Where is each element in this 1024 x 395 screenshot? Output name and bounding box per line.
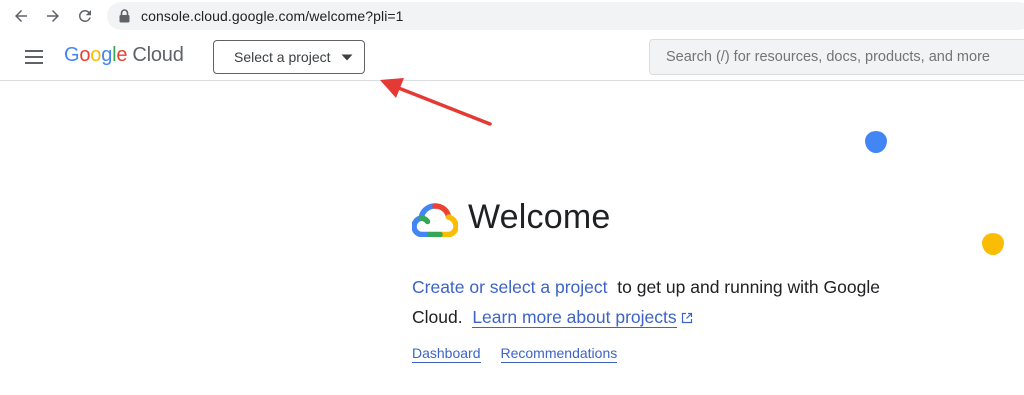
logo-letter: e bbox=[116, 44, 128, 66]
create-or-select-project-link[interactable]: Create or select a project bbox=[412, 277, 608, 297]
decorative-blue-dot bbox=[865, 131, 887, 153]
console-header: G o o g l e Cloud Select a project bbox=[0, 33, 1024, 81]
decorative-yellow-dot bbox=[982, 233, 1004, 255]
forward-arrow-icon bbox=[47, 10, 59, 22]
quick-links: Dashboard Recommendations bbox=[412, 345, 618, 363]
browser-toolbar: console.cloud.google.com/welcome?pli=1 bbox=[0, 0, 1024, 33]
url-text: console.cloud.google.com/welcome?pli=1 bbox=[141, 8, 404, 24]
caret-down-icon bbox=[341, 53, 353, 61]
hamburger-menu-icon bbox=[25, 50, 43, 64]
logo-letter: g bbox=[101, 44, 113, 66]
reload-button[interactable] bbox=[73, 4, 97, 28]
back-arrow-icon bbox=[15, 10, 27, 22]
back-button[interactable] bbox=[9, 4, 33, 28]
external-link-icon bbox=[681, 312, 692, 324]
search-input[interactable] bbox=[666, 49, 1024, 65]
logo-letter: G bbox=[64, 44, 80, 66]
welcome-title: Welcome bbox=[412, 198, 610, 237]
lock-icon bbox=[119, 9, 131, 23]
welcome-description: Create or select a project to get up and… bbox=[412, 272, 932, 332]
project-selector-label: Select a project bbox=[234, 49, 331, 65]
navigation-menu-button[interactable] bbox=[22, 45, 46, 69]
learn-more-label: Learn more about projects bbox=[472, 307, 677, 327]
dashboard-link[interactable]: Dashboard bbox=[412, 345, 481, 363]
logo-letter: o bbox=[79, 44, 91, 66]
welcome-heading: Welcome bbox=[468, 198, 611, 236]
search-box[interactable] bbox=[649, 39, 1024, 75]
google-cloud-logo-icon bbox=[412, 202, 458, 237]
learn-more-projects-link[interactable]: Learn more about projects bbox=[472, 307, 677, 328]
annotation-arrow-icon bbox=[380, 78, 492, 126]
recommendations-link[interactable]: Recommendations bbox=[500, 345, 618, 363]
google-cloud-logo[interactable]: G o o g l e Cloud bbox=[64, 44, 184, 67]
address-bar[interactable]: console.cloud.google.com/welcome?pli=1 bbox=[107, 2, 1024, 30]
logo-product-name: Cloud bbox=[132, 44, 184, 66]
forward-button[interactable] bbox=[41, 4, 65, 28]
reload-icon bbox=[79, 9, 91, 22]
project-selector-button[interactable]: Select a project bbox=[213, 40, 365, 74]
logo-letter: o bbox=[90, 44, 102, 66]
